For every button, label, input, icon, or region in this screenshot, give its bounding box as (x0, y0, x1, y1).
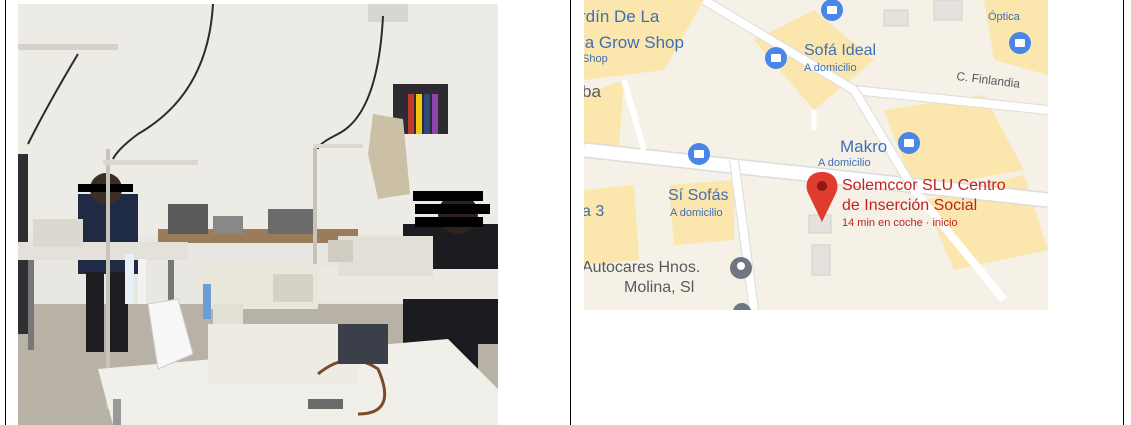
workshop-illustration (18, 4, 498, 425)
place-label-si-sofas-sub: A domicilio (670, 207, 723, 219)
place-label-jardin-1[interactable]: rdín De La (584, 7, 660, 26)
place-label-jardin-3: Shop (584, 53, 608, 65)
table-middle-border (570, 0, 571, 425)
place-label-a3: a 3 (584, 203, 604, 220)
selected-place-name-1[interactable]: Solemccor SLU Centro (842, 177, 1006, 194)
shopping-poi-icon[interactable] (1009, 32, 1031, 54)
place-label-jardin-2[interactable]: ía Grow Shop (584, 33, 684, 52)
location-poi-icon[interactable] (730, 257, 752, 279)
selected-place-drive-time: 14 min en coche · inicio (842, 217, 958, 229)
place-label-autocares-2[interactable]: Molina, Sl (624, 279, 694, 296)
place-label-makro-sub: A domicilio (818, 157, 871, 169)
selected-place-name-2[interactable]: de Inserción Social (842, 197, 977, 214)
shopping-poi-icon[interactable] (898, 132, 920, 154)
table-left-border (5, 0, 6, 425)
place-label-sofa-ideal-sub: A domicilio (804, 62, 857, 74)
shopping-poi-icon[interactable] (821, 0, 843, 21)
location-map[interactable]: rdín De La ía Grow Shop Shop Óptica Sofá… (584, 0, 1048, 310)
map-canvas[interactable]: rdín De La ía Grow Shop Shop Óptica Sofá… (584, 0, 1048, 310)
place-label-si-sofas[interactable]: Sí Sofás (668, 187, 728, 204)
place-label-autocares-1[interactable]: Autocares Hnos. (584, 259, 700, 276)
place-label-optica[interactable]: Óptica (988, 10, 1021, 23)
sewing-workshop-photo (18, 4, 498, 425)
place-label-ba: ba (584, 82, 601, 101)
shopping-poi-icon[interactable] (688, 143, 710, 165)
place-label-sofa-ideal[interactable]: Sofá Ideal (804, 42, 876, 59)
place-label-makro[interactable]: Makro (840, 137, 887, 156)
shopping-poi-icon[interactable] (765, 47, 787, 69)
table-right-border (1123, 0, 1124, 425)
